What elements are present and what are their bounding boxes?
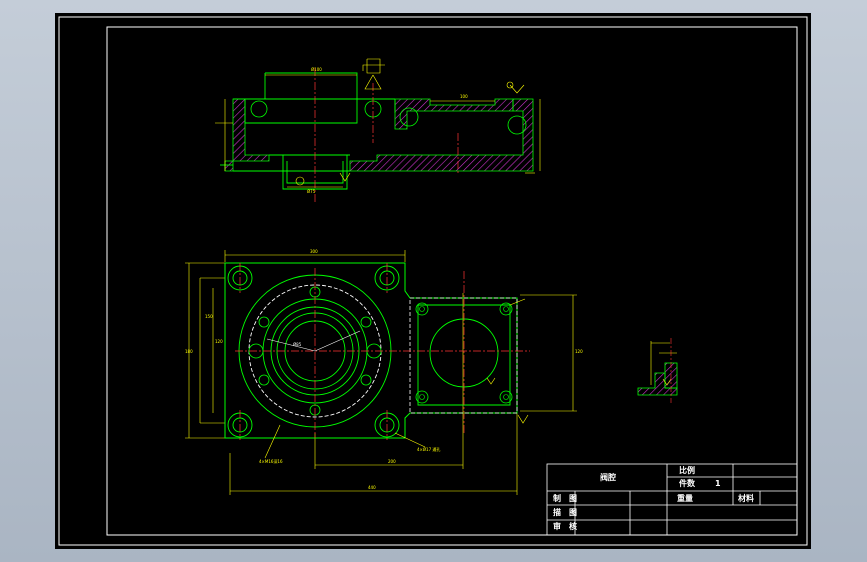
dim-plan-left: 150: [205, 314, 213, 319]
dim-right-height: 120: [575, 349, 583, 354]
title-block: [546, 463, 798, 536]
section-hatch-left: [224, 98, 270, 172]
plan-view: 300 180 150 120 440 200 120 Ø85 4×M16深16…: [185, 249, 583, 495]
title-drawn-label: 制 图: [553, 494, 577, 503]
section-hatch-top: [394, 98, 514, 130]
title-scale-label: 比例: [679, 466, 695, 475]
title-qty-value: 1: [715, 479, 721, 488]
dim-sect-span: 100: [460, 94, 468, 99]
section-view: Ø100 100 Ø75: [215, 58, 541, 203]
dim-sect-top: Ø100: [311, 67, 322, 72]
dim-overall-length: 440: [368, 485, 376, 490]
dim-bore: Ø85: [293, 342, 302, 347]
title-qty-label: 件数: [679, 479, 695, 488]
dim-plan-left2: 120: [215, 339, 223, 344]
cad-viewport[interactable]: Ø100 100 Ø75 300 180 150 120 440 200 120…: [55, 13, 811, 549]
title-checked-label: 审 核: [553, 522, 577, 531]
title-material-label: 材料: [738, 494, 754, 503]
note-thread: 4×M16深16: [259, 458, 283, 464]
title-part-name: 阀腔: [600, 473, 616, 482]
cad-drawing: Ø100 100 Ø75 300 180 150 120 440 200 120…: [58, 16, 808, 546]
title-weight-label: 重量: [677, 494, 693, 503]
dim-plan-width: 300: [310, 249, 318, 254]
dim-plan-height: 180: [185, 349, 193, 354]
detail-view: [637, 338, 678, 403]
note-holes: 4×Ø17 通孔: [417, 446, 440, 452]
dim-bolt-center: 200: [388, 459, 396, 464]
title-traced-label: 描 图: [553, 508, 577, 517]
dim-sect-bottom: Ø75: [307, 189, 316, 194]
inner-frame: [106, 26, 798, 536]
